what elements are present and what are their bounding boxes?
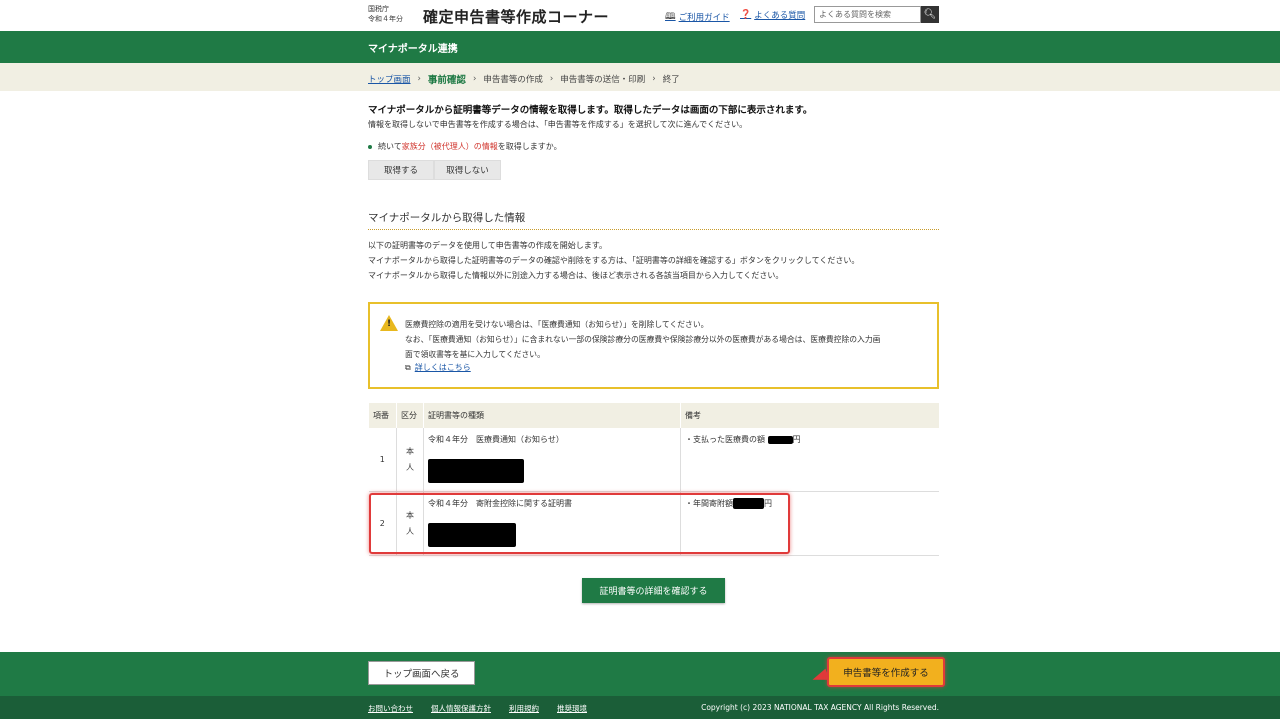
back-to-top-button[interactable]: トップ画面へ戻る [368,661,475,685]
info-line: 以下の証明書等のデータを使用して申告書等の作成を開始します。 [368,241,607,250]
breadcrumb-bar: トップ画面 › 事前確認 › 申告書等の作成 › 申告書等の送信・印刷 › 終了 [0,63,1280,91]
book-icon: 🕮 [665,12,676,22]
info-line: マイナポータルから取得した情報以外に別途入力する場合は、後ほど表示される各該当項… [368,271,784,280]
row-type: 令和４年分 寄附金控除に関する証明書 [423,491,681,556]
external-window-icon: ⧉ [405,362,411,372]
faq-link[interactable]: ❓ よくある質問 [740,9,805,21]
table-row: 1 本 人 令和４年分 医療費通知（お知らせ） ・支払った医療費の額 円 [368,428,939,492]
row-type-label: 令和４年分 寄附金控除に関する証明書 [428,499,572,508]
guide-link-label: ご利用ガイド [678,13,730,23]
faq-search-input[interactable] [814,6,921,23]
site-title: 確定申告書等作成コーナー [423,8,610,26]
row-kbn-char: 本 [406,446,414,456]
search-icon: 🔍︎ [923,9,937,20]
row-kbn: 本 人 [396,428,424,492]
footer-link-contact[interactable]: お問い合わせ [368,703,413,714]
breadcrumb-step: 申告書等の送信・印刷 [560,75,646,85]
row-kbn-char: 人 [406,462,414,472]
row-note-unit: 円 [764,499,772,508]
certificate-table: 項番 区分 証明書等の種類 備考 1 本 人 令和４年分 医療費通知（お知らせ）… [368,403,939,556]
create-return-button[interactable]: 申告書等を作成する [827,657,945,687]
row-kbn-char: 人 [406,526,414,536]
chevron-right-icon: › [417,74,421,84]
header-type: 証明書等の種類 [423,403,681,428]
warning-mark: ! [387,319,392,329]
breadcrumb: トップ画面 › 事前確認 › 申告書等の作成 › 申告書等の送信・印刷 › 終了 [368,72,680,86]
family-question-highlight: 家族分（被代理人）の情報 [401,142,498,151]
view-certificate-details-button[interactable]: 証明書等の詳細を確認する [582,578,725,603]
footer-link-privacy[interactable]: 個人情報保護方針 [431,703,491,714]
copyright: Copyright (c) 2023 NATIONAL TAX AGENCY A… [701,703,939,712]
alert-text: 面で領収書等を基に入力してください。 [405,350,545,359]
get-button[interactable]: 取得する [368,160,434,180]
breadcrumb-top[interactable]: トップ画面 [368,73,411,85]
row-type: 令和４年分 医療費通知（お知らせ） [423,428,681,492]
search-button[interactable]: 🔍︎ [921,6,939,23]
redacted-block [428,523,516,547]
site-header: 国税庁 令和４年分 確定申告書等作成コーナー 🕮 ご利用ガイド ❓ よくある質問… [0,0,1280,31]
row-note-pre: ・年間寄附額 [685,499,733,508]
action-bar: トップ画面へ戻る 申告書等を作成する [0,652,1280,696]
section-title: マイナポータルから取得した情報 [368,212,526,224]
family-question-pre: 続いて [378,142,402,151]
header-kbn: 区分 [396,403,424,428]
section-divider [368,229,939,230]
site-footer: お問い合わせ 個人情報保護方針 利用規約 推奨環境 Copyright (c) … [0,696,1280,719]
redacted-amount [767,435,793,444]
row-kbn-char: 本 [406,510,414,520]
breadcrumb-step: 申告書等の作成 [483,75,543,85]
agency-label: 国税庁 令和４年分 [368,4,403,24]
row-note-unit: 円 [792,435,801,444]
family-question-post: を取得しますか。 [497,142,562,151]
family-question: 続いて 家族分（被代理人）の情報 を取得しますか。 [368,141,939,152]
chevron-right-icon: › [652,74,656,84]
details-link[interactable]: ⧉ 詳しくはこちら [405,362,471,373]
alert-text: なお、「医療費通知（お知らせ）」に含まれない一部の保険診療分の医療費や保険診療分… [405,335,881,344]
row-type-label: 令和４年分 医療費通知（お知らせ） [428,435,564,444]
row-no: 2 [368,491,397,556]
redacted-amount [733,498,764,509]
footer-link-environment[interactable]: 推奨環境 [557,703,587,714]
row-kbn: 本 人 [396,491,424,556]
sub-lead-text: 情報を取得しないで申告書等を作成する場合は、「申告書等を作成する」を選択して次に… [368,120,748,129]
row-note: ・年間寄附額 円 [680,491,939,556]
no-get-button[interactable]: 取得しない [434,160,501,180]
chevron-right-icon: › [472,74,477,84]
section-bar: マイナポータル連携 [0,31,1280,63]
question-icon: ❓ [740,10,752,20]
chevron-right-icon: › [549,74,554,84]
lead-text: マイナポータルから証明書等データの情報を取得します。取得したデータは画面の下部に… [368,105,813,116]
faq-link-label: よくある質問 [754,11,806,21]
tax-year: 令和４年分 [368,15,403,23]
footer-links: お問い合わせ 個人情報保護方針 利用規約 推奨環境 [368,703,587,714]
row-note: ・支払った医療費の額 円 [680,428,939,492]
section-bar-title: マイナポータル連携 [368,44,458,55]
alert-text: 医療費控除の適用を受けない場合は、「医療費通知（お知らせ）」を削除してください。 [405,320,709,329]
footer-link-terms[interactable]: 利用規約 [509,703,539,714]
guide-link[interactable]: 🕮 ご利用ガイド [665,9,730,25]
breadcrumb-current: 事前確認 [427,75,466,86]
agency-name: 国税庁 [368,5,389,13]
row-no: 1 [368,428,397,492]
family-choice-group: 取得する 取得しない [368,160,939,180]
info-line: マイナポータルから取得した証明書等のデータの確認や削除をする方は、「証明書等の詳… [368,256,860,265]
header-note: 備考 [680,403,939,428]
table-row: 2 本 人 令和４年分 寄附金控除に関する証明書 ・年間寄附額 円 [368,491,939,556]
bullet-icon [368,144,372,149]
redacted-block [428,459,524,483]
breadcrumb-step: 終了 [662,75,680,85]
row-note-pre: ・支払った医療費の額 [685,435,765,444]
header-no: 項番 [368,403,397,428]
table-header-row: 項番 区分 証明書等の種類 備考 [368,403,939,428]
details-link-label: 詳しくはこちら [414,363,471,372]
alert-box: ! 医療費控除の適用を受けない場合は、「医療費通知（お知らせ）」を削除してくださ… [368,302,939,389]
